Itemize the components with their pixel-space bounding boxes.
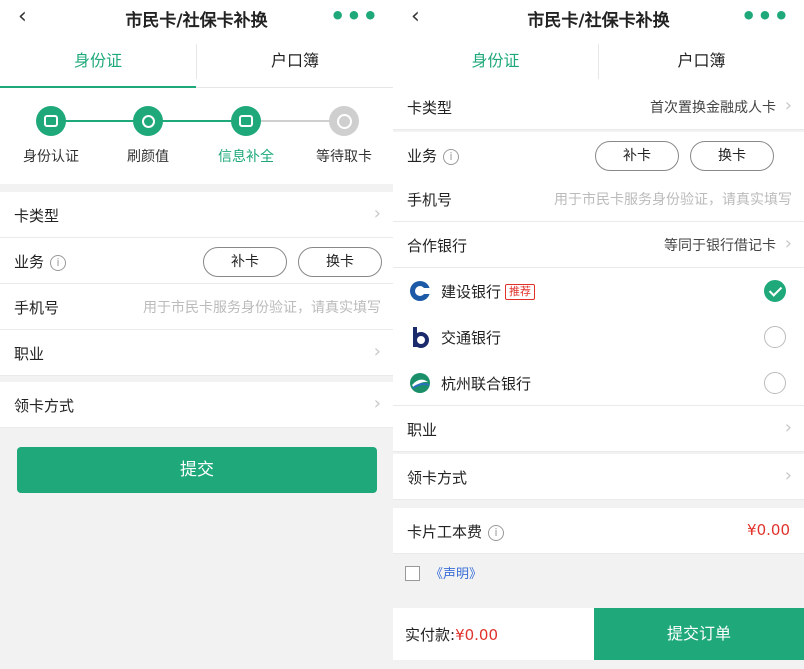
pickup-label: 领卡方式 (14, 397, 75, 415)
business-label: 业务 (407, 147, 438, 165)
card-type-label: 卡类型 (14, 207, 60, 225)
tab-id-card[interactable]: 身份证 (0, 36, 196, 88)
phone-row[interactable]: 手机号 用于市民卡服务身份验证，请真实填写 (393, 176, 804, 222)
bank-label: 合作银行 (407, 237, 468, 255)
occupation-label: 职业 (407, 421, 438, 439)
business-row: 业务 i 补卡 换卡 (0, 238, 393, 284)
tab-bar: 身份证 户口簿 (0, 36, 393, 88)
chevron-right-icon: › (373, 393, 381, 414)
tab-id-card[interactable]: 身份证 (393, 36, 598, 88)
id-card-icon (36, 106, 66, 136)
phone-label: 手机号 (14, 299, 60, 317)
chevron-right-icon: › (784, 233, 792, 254)
face-icon (133, 106, 163, 136)
card-type-row[interactable]: 卡类型 首次置换金融成人卡 › (393, 84, 804, 130)
step-label: 等待取卡 (316, 149, 372, 165)
pickup-row[interactable]: 领卡方式 › (393, 454, 804, 500)
replace-button[interactable]: 换卡 (690, 141, 774, 171)
tab-household-register[interactable]: 户口簿 (599, 36, 804, 87)
step-label: 信息补全 (218, 149, 274, 165)
hz-united-logo-icon (410, 373, 430, 393)
submit-order-button[interactable]: 提交订单 (594, 608, 804, 660)
tab-bar: 身份证 户口簿 (393, 36, 804, 88)
progress-steps: 身份认证 刷颜值 信息补全 等待取卡 (0, 88, 393, 184)
recommend-badge: 推荐 (505, 284, 536, 300)
info-icon[interactable]: i (50, 255, 67, 271)
more-icon[interactable]: ••• (330, 2, 379, 30)
bank-name: 建设银行 (441, 283, 502, 301)
submit-button[interactable]: 提交 (17, 447, 377, 493)
replace-button[interactable]: 换卡 (298, 247, 382, 277)
step-label: 身份认证 (23, 149, 79, 165)
pay-label: 实付款: (405, 626, 456, 644)
step-identity: 身份认证 (6, 106, 96, 166)
occupation-label: 职业 (14, 345, 45, 363)
chevron-right-icon: › (373, 203, 381, 224)
fee-row: 卡片工本费 i ¥0.00 (393, 508, 804, 554)
occupation-row[interactable]: 职业 › (393, 406, 804, 452)
checkout-bar: 实付款:¥0.00 提交订单 (393, 608, 804, 660)
right-screen: ‹ 市民卡/社保卡补换 ••• 身份证 户口簿 卡类型 首次置换金融成人卡 › … (393, 0, 804, 669)
step-info: 信息补全 (201, 106, 291, 166)
more-icon[interactable]: ••• (741, 2, 790, 30)
bank-option-bocom[interactable]: 交通银行 (393, 314, 804, 360)
edit-icon (231, 106, 261, 136)
step-wait: 等待取卡 (299, 106, 389, 166)
bank-name: 交通银行 (441, 329, 502, 347)
reissue-button[interactable]: 补卡 (595, 141, 679, 171)
chevron-right-icon: › (373, 341, 381, 362)
card-type-value: 首次置换金融成人卡 (650, 100, 776, 116)
agreement: 《声明》 (405, 563, 482, 582)
nav-bar: ‹ 市民卡/社保卡补换 ••• (393, 0, 804, 36)
occupation-row[interactable]: 职业 › (0, 330, 393, 376)
business-label: 业务 (14, 253, 45, 271)
phone-input[interactable]: 用于市民卡服务身份验证，请真实填写 (554, 189, 792, 209)
bank-radio-selected[interactable] (764, 280, 786, 302)
chevron-right-icon: › (784, 465, 792, 486)
bank-option-hz-united[interactable]: 杭州联合银行 (393, 360, 804, 406)
left-screen: ‹ 市民卡/社保卡补换 ••• 身份证 户口簿 身份认证 刷颜值 信息补全 等待… (0, 0, 393, 669)
phone-row[interactable]: 手机号 用于市民卡服务身份验证，请真实填写 (0, 284, 393, 330)
bank-value: 等同于银行借记卡 (664, 238, 776, 254)
ccb-logo-icon (410, 281, 431, 301)
bank-name: 杭州联合银行 (441, 375, 532, 393)
step-label: 刷颜值 (127, 149, 169, 165)
bank-option-ccb[interactable]: 建设银行 推荐 (393, 268, 804, 314)
fee-value: ¥0.00 (747, 521, 790, 539)
reissue-button[interactable]: 补卡 (203, 247, 287, 277)
phone-input[interactable]: 用于市民卡服务身份验证，请真实填写 (143, 297, 381, 317)
bank-row[interactable]: 合作银行 等同于银行借记卡 › (393, 222, 804, 268)
card-type-row[interactable]: 卡类型 › (0, 192, 393, 238)
card-type-label: 卡类型 (407, 99, 453, 117)
chevron-right-icon: › (784, 417, 792, 438)
info-icon[interactable]: i (488, 525, 505, 541)
phone-label: 手机号 (407, 191, 453, 209)
info-icon[interactable]: i (443, 149, 460, 165)
business-row: 业务 i 补卡 换卡 (393, 132, 804, 178)
agreement-checkbox[interactable] (405, 566, 420, 581)
step-face: 刷颜值 (103, 106, 193, 166)
chevron-right-icon: › (784, 95, 792, 116)
bank-radio[interactable] (764, 326, 786, 348)
statement-link[interactable]: 《声明》 (430, 567, 482, 582)
pay-amount: ¥0.00 (455, 626, 499, 644)
pickup-row[interactable]: 领卡方式 › (0, 382, 393, 428)
pickup-label: 领卡方式 (407, 469, 468, 487)
bank-radio[interactable] (764, 372, 786, 394)
bocom-logo-icon (413, 327, 429, 348)
clock-icon (329, 106, 359, 136)
tab-household-register[interactable]: 户口簿 (197, 36, 393, 87)
fee-label: 卡片工本费 (407, 523, 483, 541)
nav-bar: ‹ 市民卡/社保卡补换 ••• (0, 0, 393, 36)
